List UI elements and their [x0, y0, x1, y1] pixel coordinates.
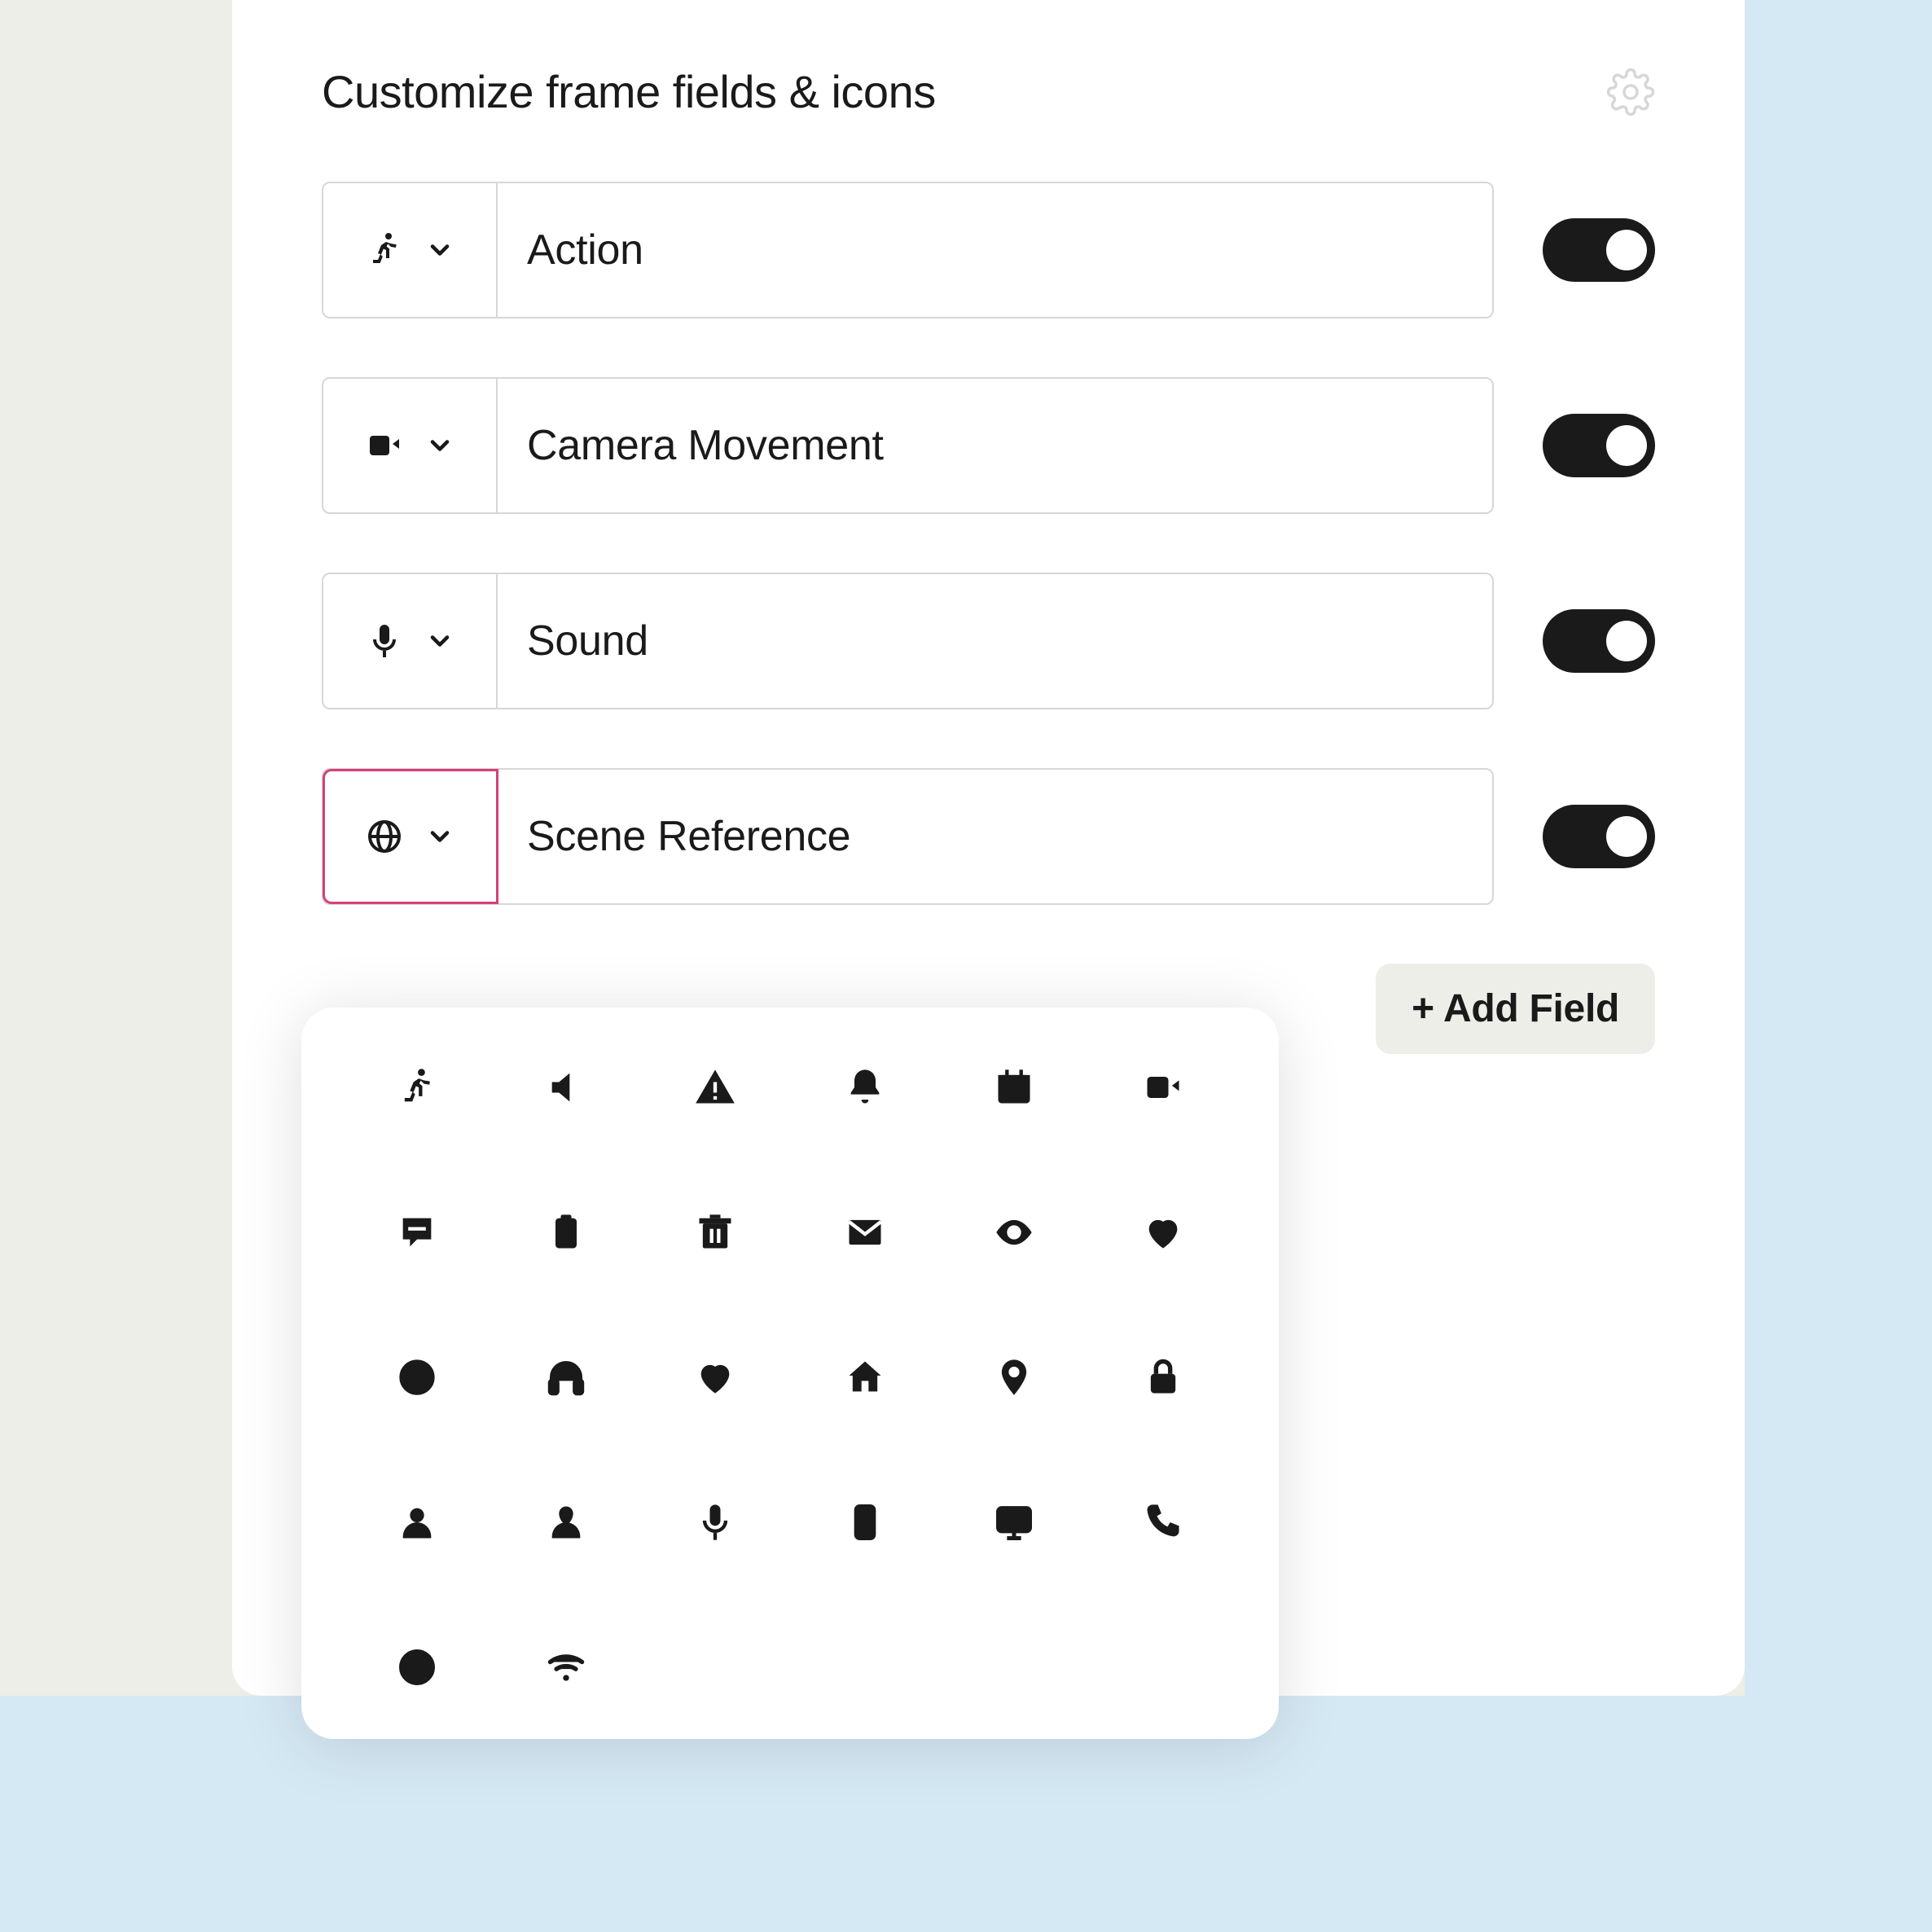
globe-icon: [365, 817, 404, 856]
field-toggle[interactable]: [1543, 805, 1655, 868]
smartphone-icon[interactable]: [842, 1499, 888, 1545]
trash-icon[interactable]: [692, 1210, 738, 1255]
run-icon: [365, 231, 404, 270]
eye-icon[interactable]: [991, 1210, 1037, 1255]
globe-icon[interactable]: [394, 1355, 440, 1400]
field-label: Scene Reference: [527, 812, 850, 861]
heart-filled-icon[interactable]: [692, 1355, 738, 1400]
phone-icon[interactable]: [1140, 1499, 1186, 1545]
field-name-input[interactable]: Camera Movement: [498, 379, 1492, 512]
field-toggle[interactable]: [1543, 218, 1655, 282]
field-row: Camera Movement: [322, 377, 1655, 514]
icon-picker-button[interactable]: [323, 770, 498, 903]
chevron-down-icon: [425, 822, 454, 851]
icon-picker-button[interactable]: [323, 574, 498, 708]
gear-icon[interactable]: [1606, 68, 1655, 116]
mail-icon[interactable]: [842, 1210, 888, 1255]
chevron-down-icon: [425, 626, 454, 656]
field-label: Camera Movement: [527, 421, 884, 470]
bell-icon[interactable]: [842, 1065, 888, 1110]
field-row: Sound: [322, 573, 1655, 709]
page-background-right: [1745, 0, 1932, 1932]
add-field-button[interactable]: + Add Field: [1376, 964, 1655, 1054]
field-name-input[interactable]: Action: [498, 183, 1492, 317]
chevron-down-icon: [425, 235, 454, 265]
field-row: Scene Reference: [322, 768, 1655, 905]
chevron-down-icon: [425, 431, 454, 460]
field-label: Sound: [527, 617, 648, 665]
mic-icon[interactable]: [692, 1499, 738, 1545]
clipboard-icon[interactable]: [543, 1210, 589, 1255]
video-icon: [365, 426, 404, 465]
video-icon[interactable]: [1140, 1065, 1186, 1110]
run-icon[interactable]: [394, 1065, 440, 1110]
icon-picker-button[interactable]: [323, 183, 498, 317]
volume-icon[interactable]: [543, 1065, 589, 1110]
alert-icon[interactable]: [692, 1065, 738, 1110]
monitor-icon[interactable]: [991, 1499, 1037, 1545]
icon-picker-popover: [301, 1008, 1279, 1739]
field-toggle[interactable]: [1543, 609, 1655, 673]
field-label: Action: [527, 226, 643, 274]
icon-picker-button[interactable]: [323, 379, 498, 512]
lifebuoy-icon[interactable]: [394, 1644, 440, 1690]
home-icon[interactable]: [842, 1355, 888, 1400]
chat-icon[interactable]: [394, 1210, 440, 1255]
field-toggle[interactable]: [1543, 414, 1655, 477]
mic-icon: [365, 621, 404, 661]
user-alt-icon[interactable]: [543, 1499, 589, 1545]
heart-icon[interactable]: [1140, 1210, 1186, 1255]
wifi-icon[interactable]: [543, 1644, 589, 1690]
field-name-input[interactable]: Scene Reference: [498, 770, 1492, 903]
calendar-icon[interactable]: [991, 1065, 1037, 1110]
pin-icon[interactable]: [991, 1355, 1037, 1400]
field-row: Action: [322, 182, 1655, 318]
field-name-input[interactable]: Sound: [498, 574, 1492, 708]
panel-title: Customize frame fields & icons: [322, 65, 936, 118]
headphones-icon[interactable]: [543, 1355, 589, 1400]
lock-icon[interactable]: [1140, 1355, 1186, 1400]
user-icon[interactable]: [394, 1499, 440, 1545]
